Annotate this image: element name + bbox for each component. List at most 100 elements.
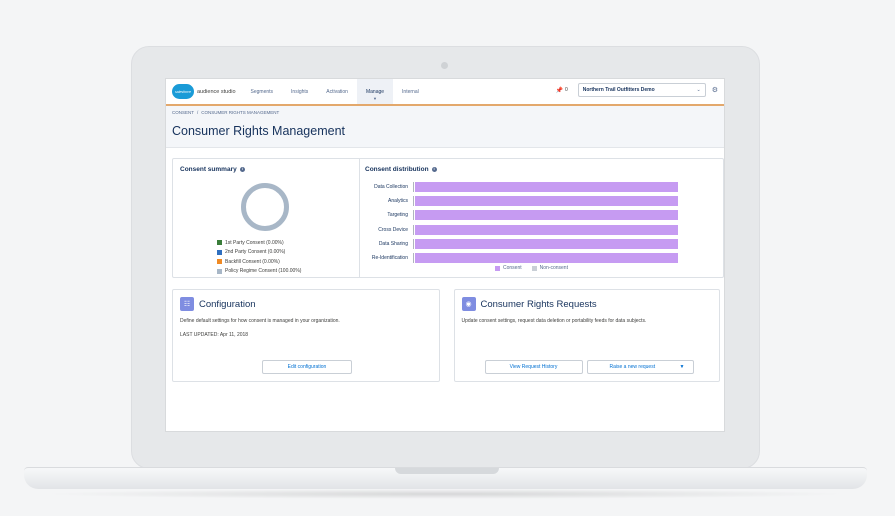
info-icon[interactable]: i <box>431 167 437 172</box>
edit-configuration-button[interactable]: Edit configuration <box>262 360 352 374</box>
nav-internal[interactable]: Internal <box>393 79 428 104</box>
axis-tick <box>413 210 414 221</box>
legend-item: Non-consent <box>531 265 568 271</box>
consumer-rights-description: Update consent settings, request data de… <box>461 318 647 324</box>
laptop-shadow <box>40 489 851 499</box>
pin-count: 0 <box>564 87 568 93</box>
consumer-rights-card: ◉ Consumer Rights Requests Update consen… <box>453 289 720 382</box>
axis-tick <box>413 224 414 235</box>
top-navigation: salesforce audience studio Segments Insi… <box>166 79 724 106</box>
breadcrumb-separator: / <box>197 110 199 115</box>
legend-item: Policy Regime Consent (100.00%) <box>217 267 301 277</box>
consent-summary-title-text: Consent summary <box>180 166 237 173</box>
legend-swatch <box>495 265 500 271</box>
nav-insights[interactable]: Insights <box>282 79 317 104</box>
action-cards: ☷ Configuration Define default settings … <box>172 289 720 382</box>
page-title: Consumer Rights Management <box>172 124 345 138</box>
bar-track <box>413 210 678 221</box>
bar-category-label: Analytics <box>387 198 408 205</box>
salesforce-logo[interactable]: salesforce <box>172 84 194 99</box>
consumer-rights-title: Consumer Rights Requests <box>480 299 597 310</box>
app-screen: salesforce audience studio Segments Insi… <box>165 78 725 432</box>
bar-track <box>413 196 678 207</box>
info-icon[interactable]: i <box>239 167 245 172</box>
bar-row: Targeting <box>360 208 724 222</box>
consent-summary-legend: 1st Party Consent (0.00%) 2nd Party Cons… <box>217 238 301 276</box>
legend-swatch <box>217 240 222 246</box>
bar-consent[interactable] <box>415 210 678 221</box>
nav-manage-label: Manage <box>365 88 385 95</box>
chevron-down-icon: ▼ <box>679 364 685 370</box>
page-header: CONSENT / CONSUMER RIGHTS MANAGEMENT Con… <box>166 106 724 148</box>
legend-label: 2nd Party Consent (0.00%) <box>225 249 286 256</box>
bar-track <box>413 238 678 249</box>
breadcrumb-consumer-rights[interactable]: CONSUMER RIGHTS MANAGEMENT <box>201 110 279 115</box>
nav-right-tools: 📌 0 Northern Trail Outfitters Demo ⌄ ⚙ <box>555 83 718 97</box>
legend-label: 1st Party Consent (0.00%) <box>225 239 284 246</box>
nav-activation-label: Activation <box>326 88 348 95</box>
legend-swatch <box>531 265 537 271</box>
raise-new-request-label: Raise a new request <box>609 364 656 370</box>
consent-distribution-legend: Consent Non-consent <box>495 265 568 271</box>
configuration-description: Define default settings for how consent … <box>180 318 340 324</box>
bar-category-label: Data Sharing <box>378 240 408 247</box>
logo-text: salesforce <box>175 89 191 94</box>
nav-segments-label: Segments <box>250 88 274 95</box>
legend-item: Backfill Consent (0.00%) <box>217 257 301 267</box>
org-selector-value: Northern Trail Outfitters Demo <box>582 87 655 93</box>
legend-swatch <box>217 259 222 265</box>
configuration-card: ☷ Configuration Define default settings … <box>172 289 440 382</box>
legend-label: Policy Regime Consent (100.00%) <box>225 268 302 275</box>
nav-segments[interactable]: Segments <box>242 79 283 104</box>
legend-item: Consent <box>495 265 522 271</box>
view-request-history-button[interactable]: View Request History <box>484 360 583 374</box>
bar-row: Re-Identification <box>360 251 724 265</box>
laptop-camera <box>441 62 448 69</box>
legend-label: Backfill Consent (0.00%) <box>225 258 280 265</box>
bar-category-label: Targeting <box>387 212 408 219</box>
bar-row: Analytics <box>360 194 724 208</box>
nav-internal-label: Internal <box>402 88 419 95</box>
consent-donut-chart <box>241 183 289 231</box>
consent-distribution-title: Consent distribution i <box>365 166 437 173</box>
bar-category-label: Re-Identification <box>371 255 408 262</box>
legend-item: 1st Party Consent (0.00%) <box>217 238 301 248</box>
axis-tick <box>413 182 414 193</box>
bar-consent[interactable] <box>415 182 678 193</box>
breadcrumb-consent[interactable]: CONSENT <box>172 110 194 115</box>
nav-manage[interactable]: Manage ▼ <box>356 79 394 104</box>
bar-consent[interactable] <box>415 253 678 264</box>
gear-icon[interactable]: ⚙ <box>712 86 718 94</box>
consent-distribution-panel: Consent distribution i Data Collection An… <box>360 159 723 277</box>
legend-item: 2nd Party Consent (0.00%) <box>217 248 301 258</box>
bar-consent[interactable] <box>415 238 678 249</box>
raise-new-request-button[interactable]: Raise a new request ▼ <box>586 360 694 374</box>
chevron-down-icon: ⌄ <box>696 87 701 93</box>
bar-row: Data Collection <box>360 180 724 194</box>
configuration-title: Configuration <box>199 299 256 310</box>
bar-category-label: Cross Device <box>378 226 408 233</box>
laptop-notch <box>395 468 499 474</box>
bar-track <box>413 224 678 235</box>
bar-track <box>413 253 678 264</box>
sliders-icon: ☷ <box>180 297 194 311</box>
bar-consent[interactable] <box>415 224 678 235</box>
axis-tick <box>413 196 414 207</box>
consent-overview-card: Consent summary i 1st Party Consent (0.0… <box>172 158 724 278</box>
bar-category-label: Data Collection <box>374 184 408 191</box>
axis-tick <box>413 238 414 249</box>
org-selector[interactable]: Northern Trail Outfitters Demo ⌄ <box>577 83 706 97</box>
pin-icon[interactable]: 📌 <box>555 87 562 94</box>
legend-swatch <box>217 268 222 274</box>
bar-row: Data Sharing <box>360 237 724 251</box>
nav-activation[interactable]: Activation <box>317 79 357 104</box>
bar-track <box>413 182 678 193</box>
bar-row: Cross Device <box>360 223 724 237</box>
app-name: audience studio <box>197 88 236 95</box>
consent-distribution-chart: Data Collection Analytics Targeting Cross D… <box>360 180 724 265</box>
page-content: Consent summary i 1st Party Consent (0.0… <box>166 158 724 382</box>
bar-consent[interactable] <box>415 196 678 207</box>
last-updated: LAST UPDATED: Apr 11, 2018 <box>180 332 249 338</box>
chevron-down-icon: ▼ <box>373 96 377 101</box>
legend-swatch <box>217 249 222 255</box>
